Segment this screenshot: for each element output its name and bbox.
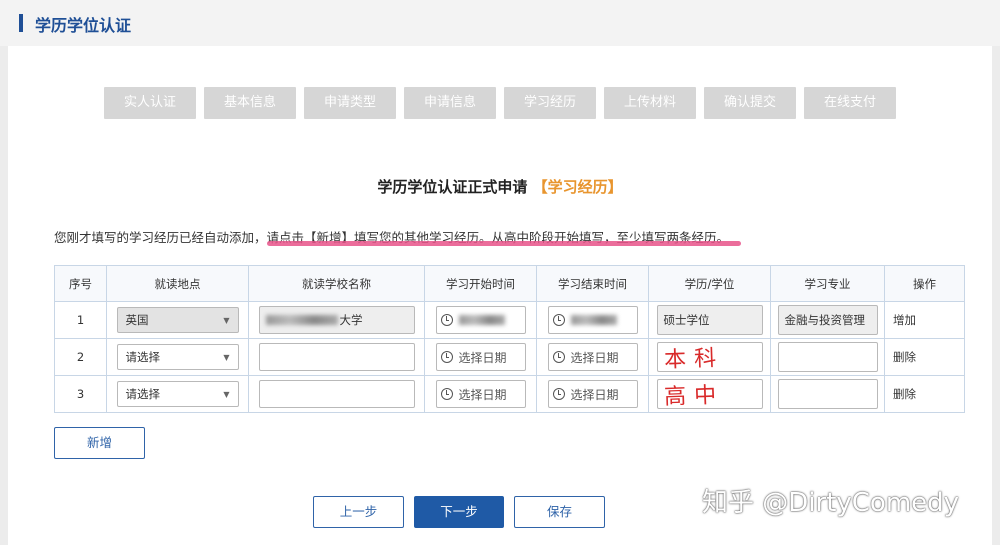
school-name-field[interactable] <box>258 380 415 408</box>
start-date-picker[interactable]: 选择日期 <box>435 343 526 371</box>
table-row: 2 请选择 ▼ 选择日期 选择日期 本科 删除 <box>54 338 965 376</box>
degree-value: 硕士学位 <box>663 313 710 327</box>
step-upload[interactable]: 上传材料 <box>604 87 696 119</box>
chevron-down-icon: ▼ <box>223 315 230 325</box>
location-value: 英国 <box>125 313 149 327</box>
col-header-start: 学习开始时间 <box>424 265 537 302</box>
clock-icon <box>440 314 453 326</box>
step-payment[interactable]: 在线支付 <box>804 87 896 119</box>
save-button[interactable]: 保存 <box>514 496 605 528</box>
table-row: 1 英国 ▼ 大学 硕士学位 金融与投资管理 增加 <box>54 301 965 339</box>
location-select[interactable]: 英国 ▼ <box>116 307 239 333</box>
step-application-type[interactable]: 申请类型 <box>304 87 396 119</box>
title-accent-bar <box>19 14 23 32</box>
page-title: 学历学位认证 <box>35 16 132 35</box>
col-header-school: 就读学校名称 <box>248 265 425 302</box>
major-value: 金融与投资管理 <box>784 313 866 327</box>
degree-field[interactable]: 本科 <box>656 342 763 374</box>
table-header-row: 序号 就读地点 就读学校名称 学习开始时间 学习结束时间 学历/学位 学习专业 … <box>54 265 965 302</box>
clock-icon <box>552 388 565 400</box>
major-field[interactable] <box>777 379 878 409</box>
form-heading: 学历学位认证正式申请 【学习经历】 <box>0 176 1000 197</box>
location-select[interactable]: 请选择 ▼ <box>116 344 239 370</box>
end-date-placeholder: 选择日期 <box>570 350 619 365</box>
row-number: 2 <box>54 338 107 376</box>
location-value: 请选择 <box>125 350 161 364</box>
form-heading-main: 学历学位认证正式申请 <box>377 178 528 196</box>
col-header-degree: 学历/学位 <box>648 265 771 302</box>
school-name-field[interactable] <box>258 343 415 371</box>
clock-icon <box>440 388 453 400</box>
annotation-underline <box>267 241 741 246</box>
school-name-field[interactable]: 大学 <box>258 306 415 334</box>
col-header-action: 操作 <box>884 265 965 302</box>
end-date-picker[interactable]: 选择日期 <box>547 343 638 371</box>
end-date-placeholder: 选择日期 <box>570 387 619 402</box>
handwritten-annotation: 高中 <box>663 382 725 411</box>
study-history-table: 序号 就读地点 就读学校名称 学习开始时间 学习结束时间 学历/学位 学习专业 … <box>54 265 965 413</box>
page-header: 学历学位认证 <box>0 0 1000 46</box>
col-header-end: 学习结束时间 <box>536 265 649 302</box>
redacted-date <box>570 315 617 325</box>
step-application-info[interactable]: 申请信息 <box>404 87 496 119</box>
major-field[interactable] <box>777 342 878 372</box>
handwritten-annotation: 本科 <box>663 345 725 374</box>
row-number: 3 <box>54 375 107 413</box>
col-header-no: 序号 <box>54 265 107 302</box>
redacted-date <box>458 315 505 325</box>
col-header-major: 学习专业 <box>770 265 885 302</box>
degree-field[interactable]: 高中 <box>656 379 763 411</box>
row-number: 1 <box>54 301 107 339</box>
start-date-placeholder: 选择日期 <box>458 350 507 365</box>
clock-icon <box>552 314 565 326</box>
location-value: 请选择 <box>125 387 161 401</box>
chevron-down-icon: ▼ <box>223 389 230 399</box>
form-heading-highlight: 【学习经历】 <box>532 178 623 196</box>
table-row: 3 请选择 ▼ 选择日期 选择日期 高中 删除 <box>54 375 965 413</box>
degree-field[interactable]: 硕士学位 <box>656 305 763 335</box>
delete-row-link[interactable]: 删除 <box>893 350 916 364</box>
start-date-placeholder: 选择日期 <box>458 387 507 402</box>
redacted-text <box>265 315 338 325</box>
end-date-picker[interactable] <box>547 306 638 334</box>
clock-icon <box>440 351 453 363</box>
delete-row-link[interactable]: 删除 <box>893 387 916 401</box>
end-date-picker[interactable]: 选择日期 <box>547 380 638 408</box>
add-button[interactable]: 新增 <box>54 427 145 459</box>
clock-icon <box>552 351 565 363</box>
next-button[interactable]: 下一步 <box>414 496 504 528</box>
notice-prefix: 您刚才填写的学习经历已经自动添加， <box>54 230 267 245</box>
chevron-down-icon: ▼ <box>223 352 230 362</box>
start-date-picker[interactable]: 选择日期 <box>435 380 526 408</box>
watermark: 知乎 @DirtyComedy <box>702 488 960 518</box>
step-basic-info[interactable]: 基本信息 <box>204 87 296 119</box>
school-name-suffix: 大学 <box>339 313 363 327</box>
step-study-history[interactable]: 学习经历 <box>504 87 596 119</box>
major-field[interactable]: 金融与投资管理 <box>777 305 878 335</box>
step-real-name[interactable]: 实人认证 <box>104 87 196 119</box>
location-select[interactable]: 请选择 ▼ <box>116 381 239 407</box>
start-date-picker[interactable] <box>435 306 526 334</box>
prev-button[interactable]: 上一步 <box>313 496 404 528</box>
add-row-link[interactable]: 增加 <box>893 313 916 327</box>
step-confirm[interactable]: 确认提交 <box>704 87 796 119</box>
col-header-location: 就读地点 <box>106 265 249 302</box>
